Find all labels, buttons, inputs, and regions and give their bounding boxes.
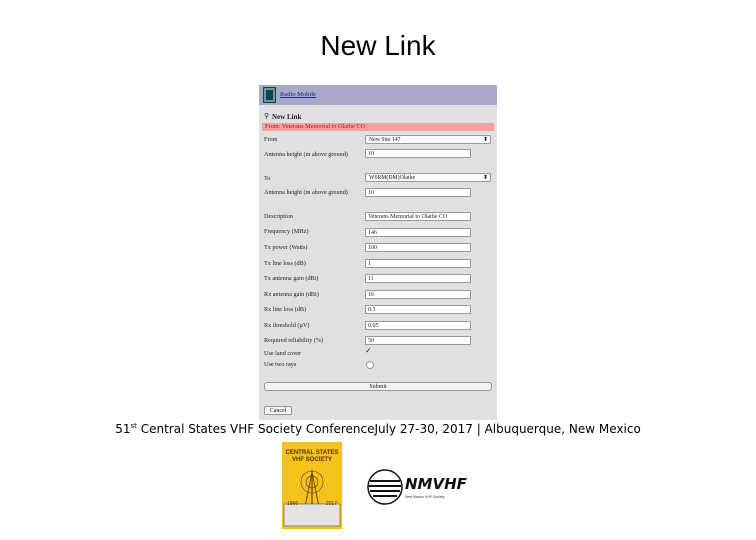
nmvhf-logo-text: NMVHF: [405, 475, 467, 493]
from-antenna-label: Antenna height (m above ground): [264, 151, 348, 158]
frequency-label: Frequency (MHz): [264, 228, 309, 235]
footer-text: Central States VHF Society ConferenceJul…: [136, 422, 641, 436]
description-input[interactable]: Veterans Memorial to Olathe CO: [365, 212, 471, 221]
submit-button[interactable]: Submit: [264, 382, 492, 391]
app-screenshot: Radio Mobile ⚲ New Link From: Veterans M…: [259, 85, 497, 420]
from-antenna-input[interactable]: 10: [365, 149, 471, 158]
app-header: Radio Mobile: [259, 85, 497, 105]
to-antenna-input[interactable]: 10: [365, 188, 471, 197]
slide-title: New Link: [320, 30, 436, 61]
tower-icon: [283, 470, 341, 527]
rx-line-loss-input[interactable]: 0.5: [365, 305, 471, 314]
from-select[interactable]: New Site 147 ⬍: [365, 135, 491, 144]
to-antenna-label: Antenna height (m above ground): [264, 189, 348, 196]
csvhf-year-start: 1966: [287, 501, 299, 507]
csvhf-year-end: 2017: [325, 501, 337, 507]
tx-power-label: Tx power (Watts): [264, 244, 308, 251]
to-label: To: [264, 175, 271, 182]
to-select[interactable]: W6RM(DM)Olathe ⬍: [365, 173, 491, 182]
cancel-button[interactable]: Cancel: [264, 406, 292, 415]
nmvhf-logo-subtext: New Mexico VHF Society: [405, 495, 445, 499]
tx-antenna-gain-input[interactable]: 11: [365, 274, 471, 283]
select-arrow-icon: ⬍: [482, 175, 488, 181]
use-land-cover-label: Use land cover: [264, 350, 302, 357]
radio-mobile-logo-icon: [263, 87, 276, 103]
frequency-input[interactable]: 146: [365, 228, 471, 237]
use-two-rays-label: Use two rays: [264, 361, 297, 368]
select-arrow-icon: ⬍: [482, 137, 488, 143]
required-reliability-input[interactable]: 50: [365, 336, 471, 345]
use-two-rays-toggle[interactable]: [366, 361, 374, 369]
required-reliability-label: Required reliability (%): [264, 337, 324, 344]
use-land-cover-checkbox[interactable]: ✓: [365, 346, 372, 355]
rx-line-loss-label: Rx line loss (dB): [264, 306, 307, 313]
antenna-icon: ⚲: [264, 112, 270, 120]
tx-line-loss-input[interactable]: 1: [365, 259, 471, 268]
tx-power-input[interactable]: 100: [365, 243, 471, 252]
form-title: New Link: [272, 113, 302, 121]
csvhf-logo: CENTRAL STATES VHF SOCIETY 1966 2017: [282, 442, 342, 529]
slide-footer: 51st Central States VHF Society Conferen…: [0, 422, 756, 436]
nmvhf-logo: NMVHF New Mexico VHF Society: [365, 455, 467, 515]
rx-antenna-gain-label: Rx antenna gain (dBi): [264, 291, 319, 298]
error-banner: From: Veterans Memorial to Olathe CO: [262, 123, 494, 131]
error-banner-text: From: Veterans Memorial to Olathe CO: [265, 123, 366, 130]
rx-antenna-gain-input[interactable]: 16: [365, 290, 471, 299]
tx-antenna-gain-label: Tx antenna gain (dBi): [264, 275, 319, 282]
rx-threshold-label: Rx threshold (µV): [264, 322, 310, 329]
app-name-link[interactable]: Radio Mobile: [280, 91, 316, 98]
rx-threshold-input[interactable]: 0.05: [365, 321, 471, 330]
from-label: From: [264, 136, 278, 143]
footer-number: 51: [115, 422, 131, 436]
description-label: Description: [264, 213, 293, 220]
tx-line-loss-label: Tx line loss (dB): [264, 260, 306, 267]
